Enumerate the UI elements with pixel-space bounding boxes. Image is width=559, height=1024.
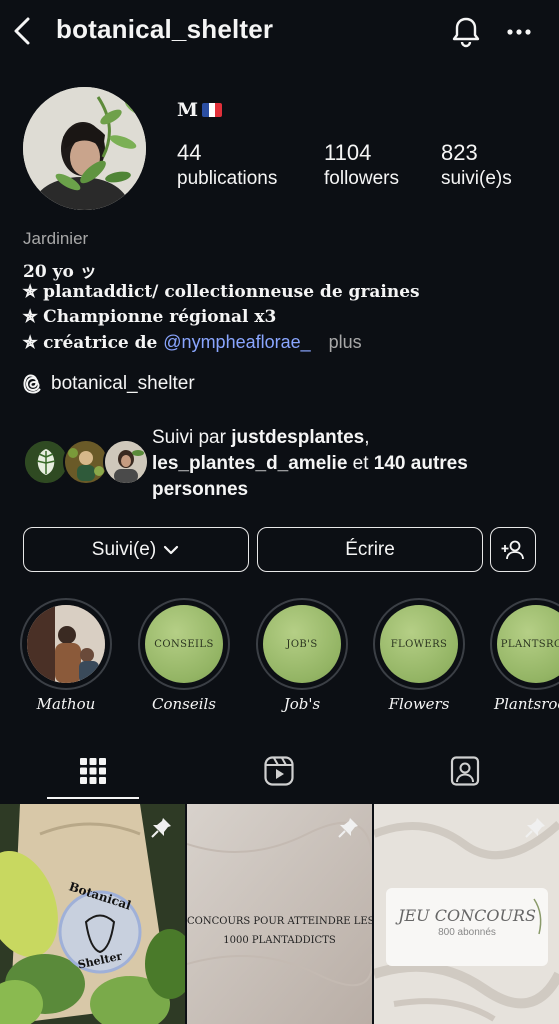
followers-count[interactable]: 1104 followers	[324, 140, 399, 190]
active-tab-indicator	[47, 797, 139, 799]
suggest-people-button[interactable]	[490, 527, 536, 572]
message-button-label: Écrire	[345, 538, 395, 560]
highlight-conseils[interactable]: CONSEILS Conseils	[138, 598, 230, 713]
threads-handle: botanical_shelter	[51, 373, 195, 394]
profile-avatar[interactable]	[23, 87, 146, 210]
highlight-cover: JOB'S	[263, 605, 341, 683]
followed-by-separator: ,	[364, 427, 370, 448]
tab-posts-grid[interactable]	[71, 746, 115, 796]
back-arrow-icon[interactable]	[10, 15, 34, 47]
highlight-ring: PLANTSROO	[490, 598, 559, 690]
mutual-avatar-3	[103, 439, 149, 485]
following-count-label: suivi(e)s	[441, 168, 512, 189]
highlight-cover: FLOWERS	[380, 605, 458, 683]
display-name-text: M	[177, 99, 199, 121]
more-options-icon[interactable]	[503, 20, 535, 44]
tab-reels[interactable]	[257, 746, 301, 796]
mutual-followers-avatars[interactable]	[23, 439, 149, 487]
post-thumbnail-3[interactable]: JEU CONCOURS 800 abonnés	[374, 804, 559, 1024]
post-2-text-line-1: CONCOURS POUR ATTEINDRE LES	[187, 916, 372, 927]
avatar-photo	[23, 87, 146, 210]
followed-by-conjunction: et	[347, 453, 374, 474]
highlight-ring: JOB'S	[256, 598, 348, 690]
notification-bell-icon[interactable]	[449, 15, 483, 49]
highlight-cover: PLANTSROO	[497, 605, 559, 683]
followers-count-value: 1104	[324, 140, 372, 165]
top-bar: botanical_shelter	[0, 0, 559, 64]
bio-line-2: ✯ plantaddict/ collectionneuse de graine…	[23, 282, 420, 302]
highlight-flowers[interactable]: FLOWERS Flowers	[373, 598, 465, 713]
profile-category: Jardinier	[23, 229, 89, 248]
post-thumbnail-1[interactable]: Botanical Shelter	[0, 804, 185, 1024]
highlight-ring: CONSEILS	[138, 598, 230, 690]
tagged-person-icon	[450, 756, 480, 786]
profile-username-title: botanical_shelter	[56, 14, 274, 44]
following-count[interactable]: 823 suivi(e)s	[441, 140, 512, 190]
threads-link[interactable]: botanical_shelter	[23, 373, 195, 395]
highlight-label: Job's	[283, 695, 321, 713]
posts-count[interactable]: 44 publications	[177, 140, 277, 190]
highlight-plantsroom[interactable]: PLANTSROO Plantsroo	[490, 598, 559, 713]
bio-line-3: ✯ Championne régional x3	[23, 307, 277, 327]
highlight-cover: CONSEILS	[145, 605, 223, 683]
add-person-icon	[501, 540, 524, 559]
highlight-jobs[interactable]: JOB'S Job's	[256, 598, 348, 713]
highlight-ring	[20, 598, 112, 690]
post-thumbnail-2[interactable]: CONCOURS POUR ATTEINDRE LES 1000 PLANTAD…	[187, 804, 372, 1024]
following-count-value: 823	[441, 140, 478, 165]
highlight-cover	[27, 605, 105, 683]
france-flag-icon	[202, 103, 223, 117]
following-button-label: Suivi(e)	[91, 538, 157, 560]
pin-icon	[151, 818, 171, 838]
bio-more-link[interactable]: plus	[329, 332, 362, 352]
followed-by-user-2: les_plantes_d_amelie	[152, 453, 348, 474]
post-3-card-subtitle: 800 abonnés	[438, 927, 496, 938]
post-2-text-line-2: 1000 PLANTADDICTS	[223, 935, 336, 946]
followed-by-text[interactable]: Suivi par justdesplantes, les_plantes_d_a…	[152, 425, 542, 503]
posts-count-label: publications	[177, 168, 278, 189]
bio-line-4-prefix: ✯ créatrice de	[23, 333, 164, 353]
highlight-label: Conseils	[151, 695, 217, 713]
highlight-label: Plantsroo	[494, 695, 559, 713]
highlight-label: Flowers	[388, 695, 450, 713]
pin-icon	[338, 818, 358, 838]
tab-tagged[interactable]	[443, 746, 487, 796]
reels-icon	[264, 756, 294, 786]
posts-count-value: 44	[177, 140, 202, 165]
post-3-card-title: JEU CONCOURS	[398, 906, 536, 925]
pin-icon	[525, 818, 545, 838]
followed-by-user-1: justdesplantes	[231, 427, 365, 448]
followed-by-prefix: Suivi par	[152, 427, 232, 448]
message-button[interactable]: Écrire	[257, 527, 483, 572]
followers-count-label: followers	[324, 168, 399, 189]
bio-line-4: ✯ créatrice de @nympheaflorae_ plus	[23, 332, 362, 353]
chevron-down-icon	[164, 545, 179, 554]
highlight-mathou[interactable]: Mathou	[20, 598, 112, 713]
highlight-ring: FLOWERS	[373, 598, 465, 690]
display-name: M	[177, 99, 223, 121]
threads-icon	[23, 374, 41, 394]
following-button[interactable]: Suivi(e)	[23, 527, 249, 572]
grid-icon	[80, 758, 106, 784]
highlight-label: Mathou	[36, 695, 96, 713]
bio-line-1: 20 yo ッ	[23, 262, 97, 282]
bio-mention-link[interactable]: @nympheaflorae_	[163, 332, 310, 352]
